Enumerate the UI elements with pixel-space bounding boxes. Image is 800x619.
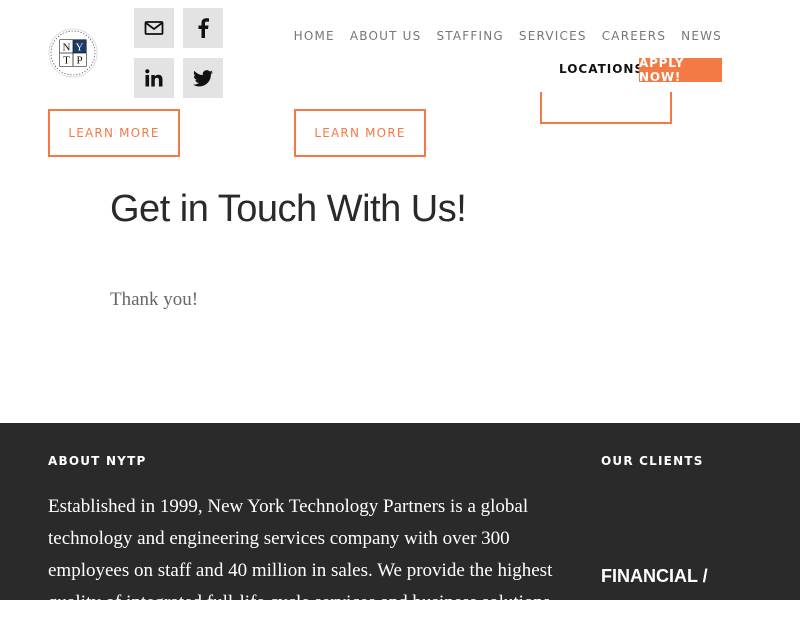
main-nav: HOME ABOUT US STAFFING SERVICES CAREERS … — [279, 29, 722, 43]
linkedin-icon — [145, 69, 163, 87]
logo-letter-y: Y — [76, 42, 84, 54]
site-footer: ABOUT NYTP Established in 1999, New York… — [0, 423, 800, 613]
nav-home[interactable]: HOME — [294, 29, 335, 43]
learn-more-button-1[interactable]: LEARN MORE — [48, 109, 180, 157]
email-button[interactable] — [134, 8, 174, 48]
our-clients-title: OUR CLIENTS — [601, 454, 704, 468]
nav-services[interactable]: SERVICES — [519, 29, 587, 43]
logo-letter-n: N — [63, 42, 71, 54]
nav-about-us[interactable]: ABOUT US — [350, 29, 422, 43]
apply-now-button[interactable]: APPLY NOW! — [639, 56, 722, 84]
twitter-icon — [193, 69, 213, 87]
learn-more-button-2[interactable]: LEARN MORE — [294, 109, 426, 157]
clients-category-financial: FINANCIAL / — [601, 566, 708, 586]
site-logo[interactable]: N Y T P — [48, 28, 98, 78]
facebook-button[interactable] — [183, 8, 223, 48]
email-icon — [144, 20, 164, 36]
learn-more-button-3-partial[interactable] — [540, 92, 672, 124]
nav-careers[interactable]: CAREERS — [602, 29, 666, 43]
facebook-icon — [197, 18, 209, 38]
nav-locations[interactable]: LOCATIONS — [559, 62, 644, 76]
nav-news[interactable]: NEWS — [681, 29, 722, 43]
twitter-button[interactable] — [183, 58, 223, 98]
about-nytp-title: ABOUT NYTP — [48, 454, 147, 468]
logo-letter-t: T — [63, 55, 70, 67]
nav-staffing[interactable]: STAFFING — [436, 29, 503, 43]
linkedin-button[interactable] — [134, 58, 174, 98]
logo-letter-p: P — [76, 55, 82, 67]
form-confirmation-message: Thank you! — [110, 289, 199, 310]
contact-heading: Get in Touch With Us! — [110, 188, 467, 230]
